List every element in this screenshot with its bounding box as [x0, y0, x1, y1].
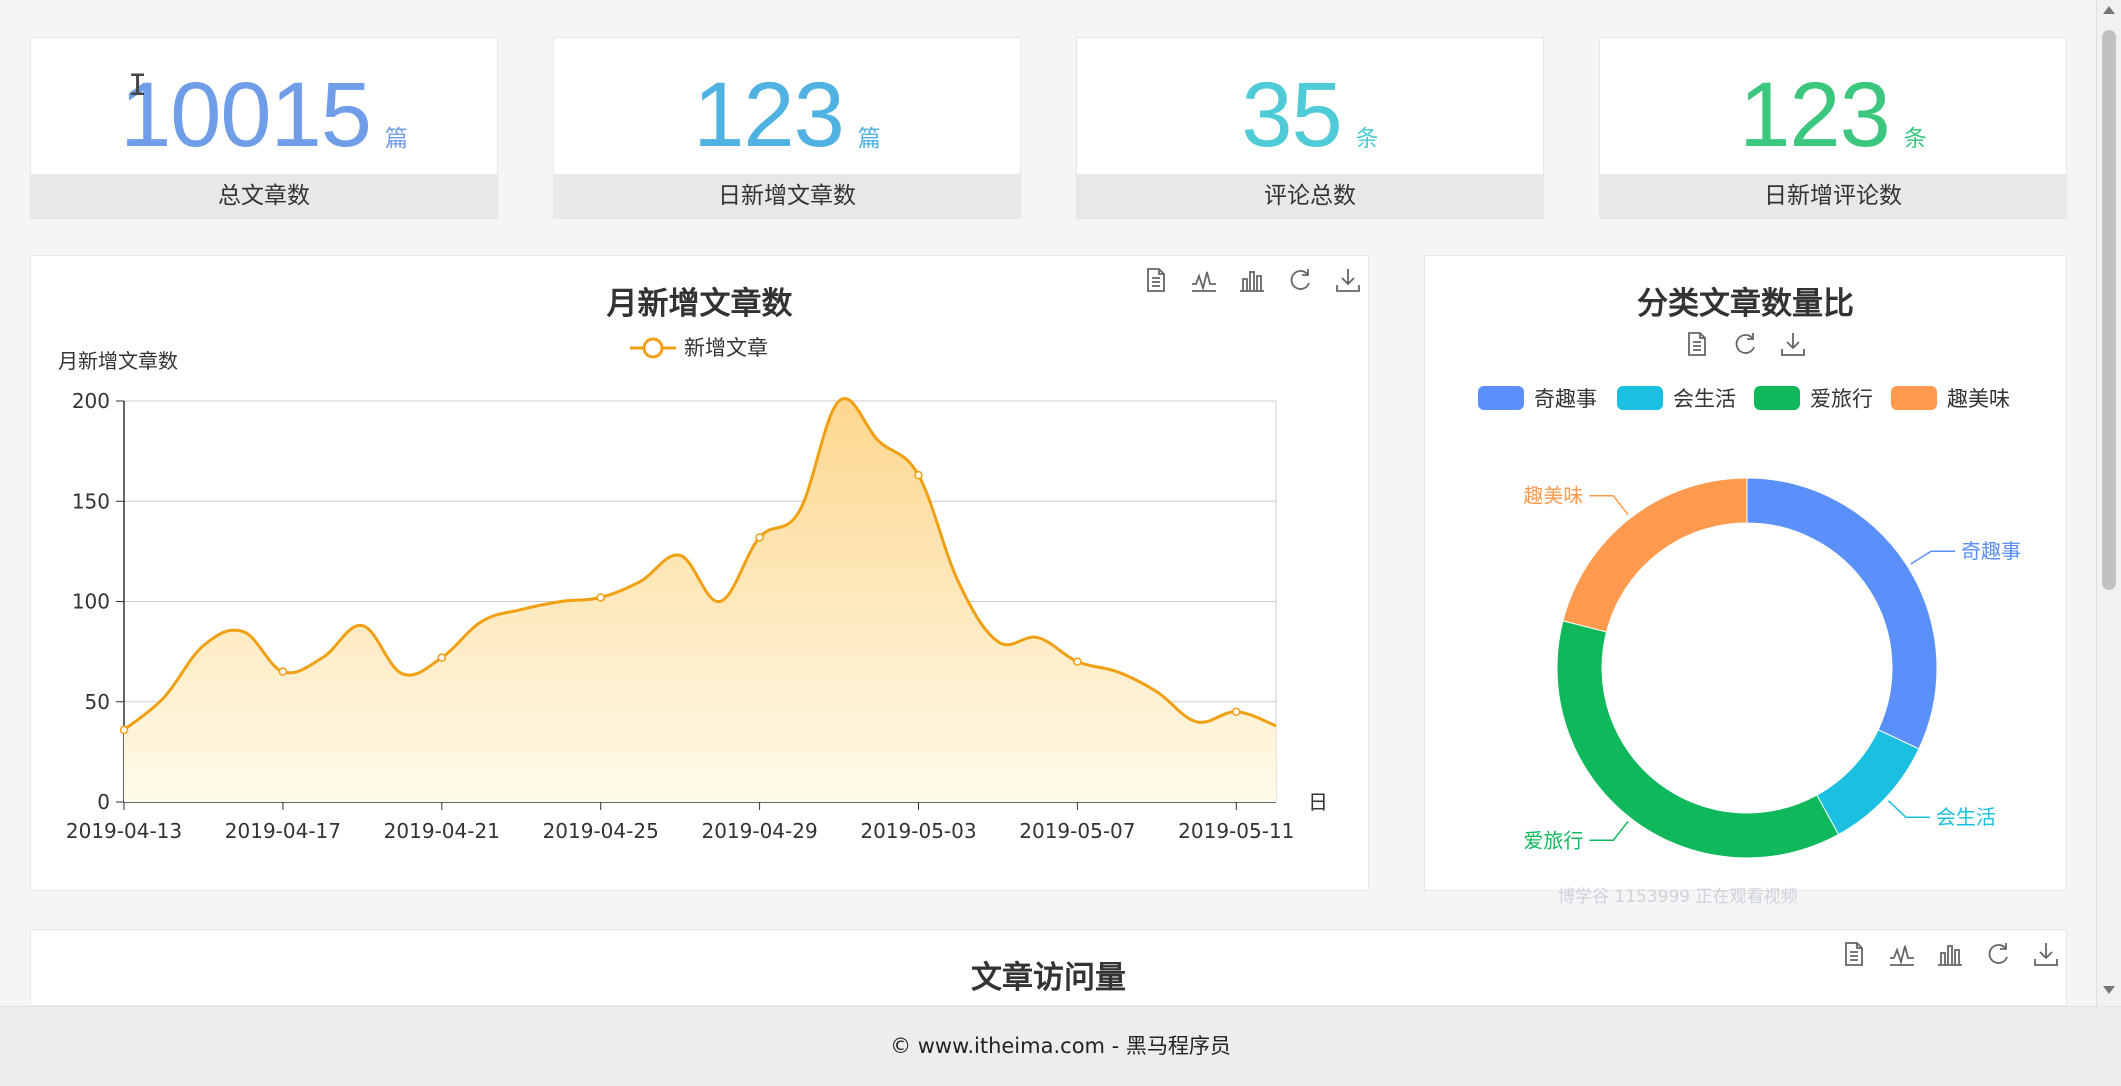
bar-chart-icon[interactable]: [1936, 940, 1964, 968]
stat-unit: 条: [1355, 126, 1379, 152]
y-tick-label: 50: [85, 690, 110, 714]
slice-label: 会生活: [1936, 805, 1996, 829]
data-point: [1232, 707, 1241, 717]
legend-label: 新增文章: [684, 336, 768, 360]
data-point: [278, 667, 288, 676]
stat-value: 10015: [120, 64, 372, 166]
stat-value-row: 123 篇: [554, 60, 1020, 170]
stat-label: 总文章数: [31, 174, 497, 218]
donut-slice: [1556, 620, 1840, 859]
scroll-down-arrow-icon[interactable]: [2103, 986, 2115, 994]
stat-value: 123: [693, 64, 844, 166]
slice-label-line: [1910, 550, 1956, 565]
slice-label-line: [1589, 820, 1629, 842]
legend-marker: [642, 337, 664, 359]
download-icon[interactable]: [2032, 940, 2060, 968]
data-point: [755, 533, 764, 542]
x-tick-label: 2019-04-21: [384, 819, 500, 843]
watermark-text: 博学谷 1153999 正在观看视频: [1558, 887, 1798, 907]
text-cursor-icon: I: [128, 68, 148, 105]
line-chart-svg: 0 50 100 150 200 2019-04-13 2019-04-17 2019-04-…: [58, 336, 1328, 843]
pie-chart-panel: 分类文章数量比 奇趣事 会生活 爱旅行 趣美味 奇趣事 会生活 爱旅行 趣美味: [1424, 255, 2067, 891]
stat-value-row: 123 条: [1600, 60, 2066, 170]
data-point: [119, 725, 129, 735]
donut-slice: [1746, 477, 1938, 750]
stat-card-total-articles: 10015 篇 总文章数: [30, 37, 498, 219]
visits-chart-toolbar: [1840, 940, 2060, 968]
y-axis-label: 月新增文章数: [58, 349, 178, 373]
slice-label: 爱旅行: [1523, 828, 1583, 852]
visits-chart-panel: 文章访问量: [30, 929, 2067, 1006]
stat-label: 日新增文章数: [554, 174, 1020, 218]
y-tick-label: 200: [72, 389, 110, 413]
slice-label: 奇趣事: [1961, 539, 2021, 563]
footer: © www.itheima.com - 黑马程序员: [0, 1006, 2121, 1086]
x-tick-label: 2019-05-03: [860, 819, 976, 843]
x-tick-label: 2019-04-13: [66, 819, 182, 843]
pie-chart-svg: 奇趣事会生活爱旅行 趣美味: [1523, 477, 2021, 859]
stat-value-row: 35 条: [1077, 60, 1543, 170]
donut-slice: [1562, 477, 1748, 633]
stat-value: 35: [1241, 64, 1342, 166]
stat-card-total-comments: 35 条 评论总数: [1076, 37, 1544, 219]
visits-chart-title: 文章访问量: [971, 960, 1126, 996]
slice-label-line: [1887, 800, 1930, 818]
slice-label-line: [1589, 494, 1629, 516]
stat-label: 评论总数: [1077, 174, 1543, 218]
slice-label: 趣美味: [1523, 484, 1583, 508]
data-point: [596, 593, 605, 602]
stat-value-row: 10015 篇: [31, 60, 497, 170]
y-tick-label: 100: [72, 590, 110, 614]
x-tick-label: 2019-04-25: [543, 819, 659, 843]
line-chart-panel: 月新增文章数 0 50 100 150 200 2019-04-13 2019-04-17 2…: [30, 255, 1369, 891]
stat-value: 123: [1739, 64, 1890, 166]
area-fill: [124, 398, 1276, 802]
line-chart-icon[interactable]: [1888, 940, 1916, 968]
scrollbar-thumb[interactable]: [2102, 30, 2116, 590]
stat-unit: 条: [1903, 126, 1927, 152]
scroll-up-arrow-icon[interactable]: [2103, 6, 2115, 14]
x-tick-label: 2019-05-07: [1019, 819, 1135, 843]
data-view-icon[interactable]: [1840, 940, 1868, 968]
y-tick-label: 0: [97, 790, 110, 814]
x-tick-label: 2019-05-11: [1178, 819, 1294, 843]
stat-unit: 篇: [384, 126, 408, 152]
y-tick-label: 150: [72, 489, 110, 513]
restore-icon[interactable]: [1984, 940, 2012, 968]
stat-label: 日新增评论数: [1600, 174, 2066, 218]
vertical-scrollbar[interactable]: [2096, 0, 2121, 1006]
donut-slice: [1816, 729, 1920, 836]
x-tick-label: 2019-04-17: [225, 819, 341, 843]
data-point: [914, 470, 923, 480]
data-point: [1073, 657, 1082, 666]
stat-card-daily-new-comments: 123 条 日新增评论数: [1599, 37, 2067, 219]
x-tick-label: 2019-04-29: [701, 819, 817, 843]
stat-unit: 篇: [857, 126, 881, 152]
data-point: [437, 653, 447, 662]
x-axis-label: 日: [1308, 790, 1328, 814]
stat-card-daily-new-articles: 123 篇 日新增文章数: [553, 37, 1021, 219]
